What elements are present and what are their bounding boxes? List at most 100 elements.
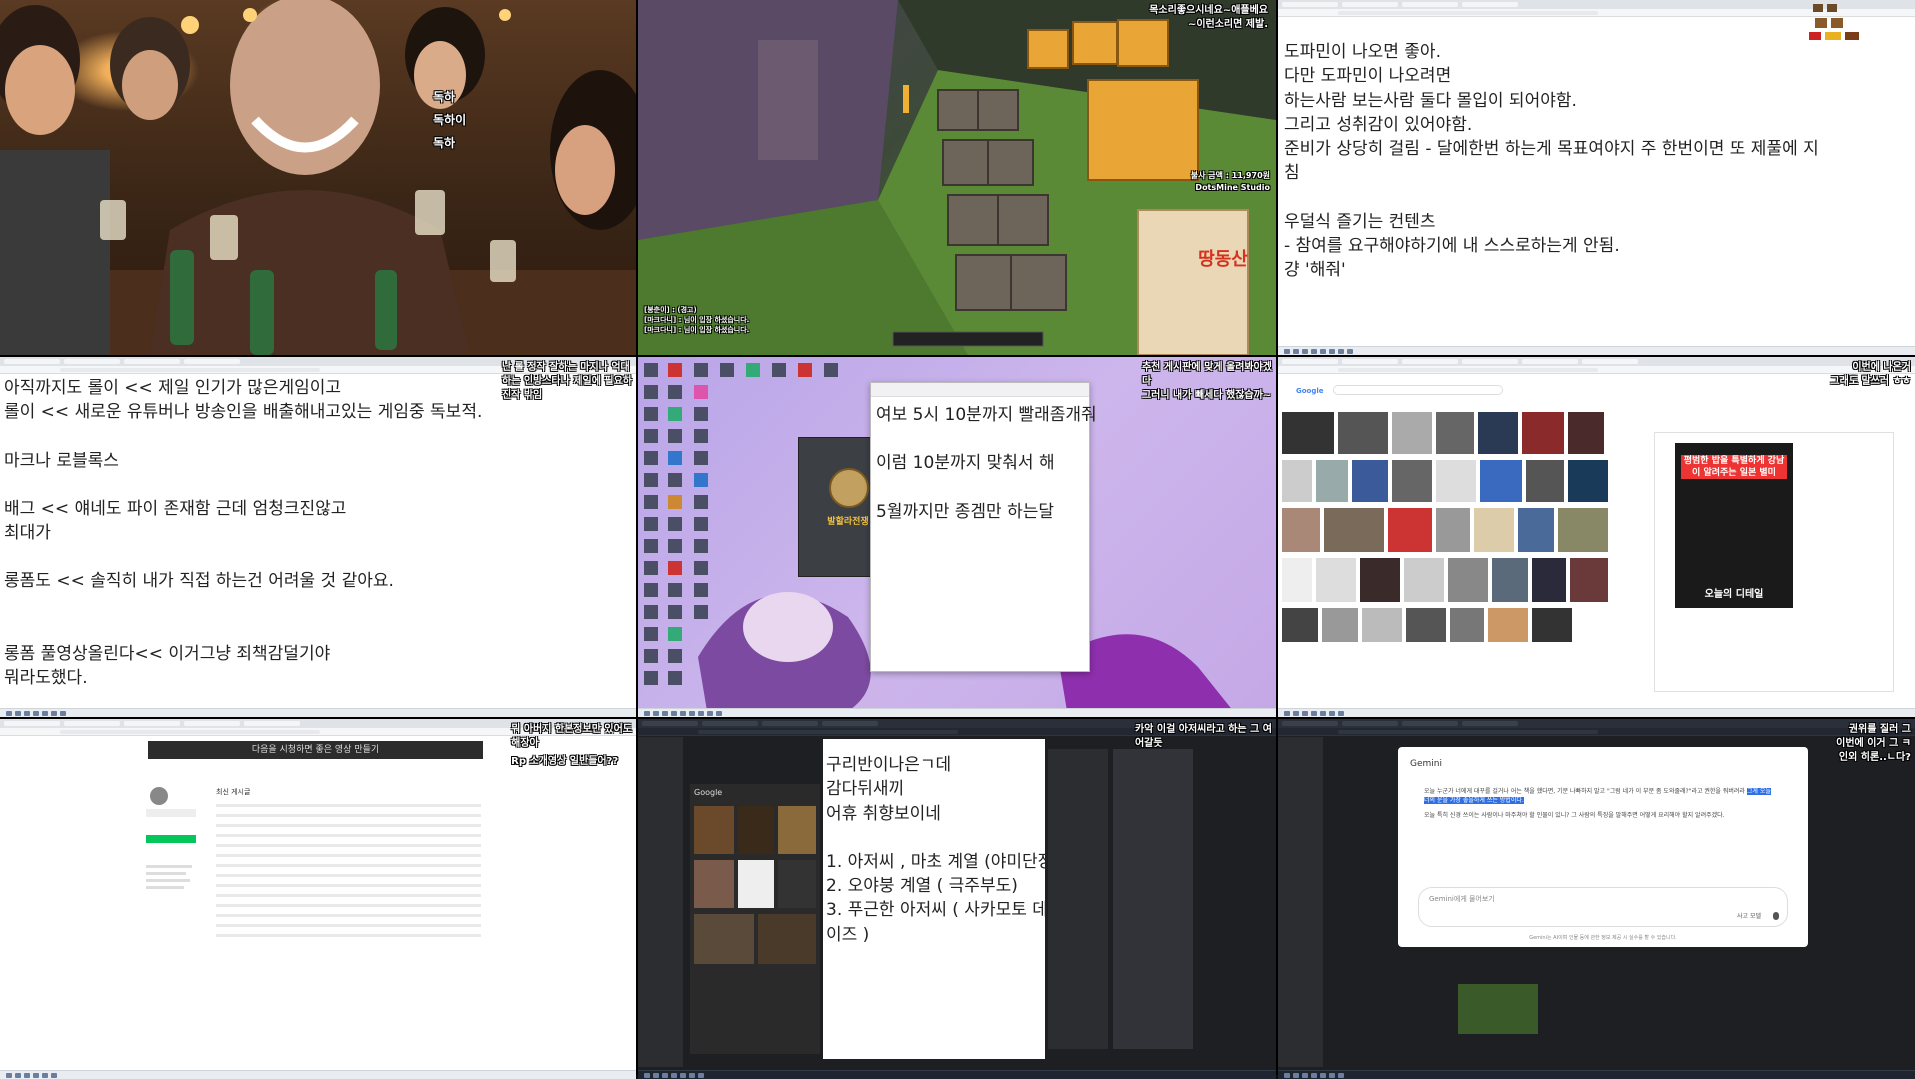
chat-message: 인외 히론..ㄴ다? <box>1838 752 1911 763</box>
response-text: 오늘 누군가 너에게 대꾸를 걸거나 어는 책을 했다면, 기분 나빠하지 말고… <box>1424 788 1745 795</box>
preview-image[interactable]: 평범한 밥을 특별하게 강남이 알려주는 일본 별미 오늘의 디테일 <box>1675 443 1793 608</box>
note-line: 이즈 ) <box>826 924 870 945</box>
chat-message: 이번에 이거 그 ㅋ <box>1836 738 1911 749</box>
chat-message: 그래도 말쓰러 ㅎㅎ <box>1830 376 1911 387</box>
tile-desktop-notepad: 발할라전쟁 추천 게시판에 맞게 올려봐야겠 다 그러니 내가 빼세다 했잖습까… <box>638 357 1276 717</box>
chat-overlay: 카악 이걸 아저씨라고 하는 그 여 어갈듯 <box>1135 723 1272 751</box>
sign-text: 땅동산 <box>1198 249 1248 270</box>
note-line: 롱폼 풀영상올린다<< 이거그냥 죄책감덜기야 <box>4 643 331 664</box>
note-line: 우덜식 즐기는 컨텐츠 <box>1284 211 1436 232</box>
chat-overlay: 추천 게시판에 맞게 올려봐야겠 다 그러니 내가 빼세다 했잖습까~ <box>1142 361 1272 403</box>
image-preview-panel[interactable]: 평범한 밥을 특별하게 강남이 알려주는 일본 별미 오늘의 디테일 <box>1654 432 1894 692</box>
address-bar[interactable] <box>1278 366 1915 374</box>
chat-message: 권위를 질러 그 <box>1848 724 1911 735</box>
disclaimer: Gemini는 AI이며 인물 등에 관한 정보 제공 시 실수를 할 수 있습… <box>1529 935 1677 941</box>
address-bar[interactable] <box>1278 728 1915 736</box>
chat-message: 그러니 내가 빼세다 했잖습까~ <box>1141 390 1272 401</box>
notepad-titlebar[interactable] <box>871 383 1089 397</box>
note-line: 감다뒤새끼 <box>826 779 905 800</box>
note-line <box>4 618 482 642</box>
taskbar[interactable] <box>638 708 1276 717</box>
note-line: 구리반이나은ㄱ데 <box>826 755 952 775</box>
note-line: 다만 도파민이 나오려면 <box>1284 66 1452 87</box>
image-results-grid[interactable] <box>1282 412 1622 702</box>
donation-stat: 불사 금액 : 11,970원 <box>1190 171 1270 180</box>
note-body[interactable]: 여보 5시 10분까지 빨래좀개줘 이럼 10분까지 맞춰서 해 5월까지만 종… <box>876 403 1097 524</box>
note-line: 3. 푸근한 아저씨 ( 사카모토 데 <box>826 900 1048 921</box>
game-chat-line: [봉춘이] : (경고) <box>644 306 697 314</box>
tile-minecraft: 목소리좋으시네요~애플베요 ~이런소리면 제발. 불사 금액 : 11,970원… <box>638 0 1276 355</box>
cafe-sidebar[interactable] <box>146 767 206 1027</box>
gemini-prompt-box[interactable]: Gemini에게 물어보기 사고 모델 <box>1418 887 1788 927</box>
note-line <box>4 545 482 569</box>
chat-message: 어갈듯 <box>1134 738 1163 749</box>
minecraft-scene <box>638 0 1276 355</box>
taskbar[interactable] <box>1278 346 1915 355</box>
note-line <box>826 826 1053 850</box>
game-chat-line: [마크다니] : 님이 입장 하셨습니다. <box>644 316 750 324</box>
google-logo: Google <box>694 788 723 797</box>
prompt-input[interactable]: Gemini에게 물어보기 <box>1429 894 1495 904</box>
banner-text: 다음을 시청하면 좋은 영상 만들기 <box>251 745 380 755</box>
write-button[interactable] <box>146 835 196 843</box>
tile-gemini-chat: Gemini 오늘 누군가 너에게 대꾸를 걸거나 어는 책을 했다면, 기분 … <box>1278 719 1915 1079</box>
chat-message: 뭐 아버지 한본정보만 있어도 <box>511 724 632 735</box>
note-line: 5월까지만 종겜만 하는달 <box>876 501 1055 522</box>
tile-cafe-board: 다음을 시청하면 좋은 영상 만들기 최신 게시글 뭐 아버지 한본정보만 있어… <box>0 719 636 1079</box>
note-body[interactable]: 구리반이나은ㄱ데 감다뒤새끼 어휴 취향보이네 1. 아저씨 , 마초 계열 (… <box>826 753 1053 947</box>
chat-overlay: 난 롤 정작 잘하는 마지나 억대 하는 인방스타나 제일에 필요하 진작 밖임 <box>502 361 632 403</box>
note-line: 롱폼도 << 솔직히 내가 직접 하는건 어려울 것 같아요. <box>4 571 394 592</box>
cafe-banner[interactable]: 다음을 시청하면 좋은 영상 만들기 <box>148 741 483 759</box>
note-line: 2. 오야붕 계열 ( 극주부도) <box>826 876 1018 897</box>
ad-footer: 오늘의 디테일 <box>1704 589 1764 600</box>
gemini-window[interactable]: Gemini 오늘 누군가 너에게 대꾸를 걸거나 어는 책을 했다면, 기분 … <box>1398 747 1808 947</box>
chat-message: 진작 밖임 <box>501 390 543 401</box>
chat-message: 해장아 <box>511 738 539 749</box>
browser-tabbar[interactable] <box>1278 357 1915 366</box>
tile-discord-google-notepad: Google 구리반이나은ㄱ데 감다뒤새끼 어휴 취향보이네 1. 아저씨 , … <box>638 719 1276 1079</box>
taskbar[interactable] <box>1278 708 1915 717</box>
tile-photo-drinking: 독하 독하이 독하 <box>0 0 636 355</box>
post-list[interactable]: 최신 게시글 <box>216 787 481 944</box>
chat-message: Rp 소개영상 일반들어?? <box>511 756 619 767</box>
google-image-panel[interactable]: Google <box>690 784 820 1054</box>
sidebar-button[interactable] <box>146 809 196 817</box>
mic-icon[interactable] <box>1773 912 1779 920</box>
stream-stats: 불사 금액 : 11,970원 DotsMine Studio <box>1191 170 1270 194</box>
chat-overlay: 독하 독하이 독하 <box>433 86 466 155</box>
stream-thumbnail[interactable] <box>1458 984 1538 1034</box>
chat-message: 독하 <box>433 90 456 104</box>
note-line: 뭐라도했다. <box>4 668 88 689</box>
note-line: 최대가 <box>4 523 51 544</box>
discord-chat[interactable] <box>1113 749 1193 1049</box>
note-line <box>4 594 482 618</box>
board-title: 최신 게시글 <box>216 788 251 796</box>
notepad-window[interactable]: 여보 5시 10분까지 빨래좀개줘 이럼 10분까지 맞춰서 해 5월까지만 종… <box>870 382 1097 672</box>
note-body[interactable]: 도파민이 나오면 좋아. 다만 도파민이 나오려면 하는사람 보는사람 둘다 몰… <box>1284 40 1819 283</box>
taskbar[interactable] <box>0 708 636 717</box>
ad-title: 평범한 밥을 특별하게 강남이 알려주는 일본 별미 <box>1681 455 1787 479</box>
browser-tabbar[interactable] <box>1278 719 1915 728</box>
google-logo[interactable]: Google <box>1296 387 1324 395</box>
chat-overlay: 목소리좋으시네요~애플베요 ~이런소리면 제발. <box>1149 4 1268 32</box>
chat-message: 이번에 나온거 <box>1852 362 1911 373</box>
note-line: 도파민이 나오면 좋아. <box>1284 42 1441 62</box>
discord-channel-list[interactable] <box>638 737 683 1067</box>
note-line: 그리고 성취감이 있어야함. <box>1284 114 1473 135</box>
chat-message: 추천 게시판에 맞게 올려봐야겠 <box>1141 362 1272 373</box>
note-line <box>4 473 482 497</box>
chat-message: 목소리좋으시네요~애플베요 <box>1149 5 1268 16</box>
game-chat-line: [마크다니] : 님이 입장 하셨습니다. <box>644 326 750 334</box>
response-text-2: 오늘 특히 신경 쓰이는 사람이나 마주쳐야 할 인물이 있니? 그 사람의 특… <box>1424 812 1725 819</box>
discord-channel-list[interactable] <box>1278 737 1323 1067</box>
note-line: 준비가 상당히 걸림 - 달에한번 하는게 목표여야지 주 한번이면 또 제풀에… <box>1284 139 1819 160</box>
gemini-response[interactable]: 오늘 누군가 너에게 대꾸를 걸거나 어는 책을 했다면, 기분 나빠하지 말고… <box>1424 787 1774 820</box>
chat-message: 난 롤 정작 잘하는 마지나 억대 <box>501 362 630 373</box>
note-line: 배그 << 얘네도 파이 존재함 근데 엄청크진않고 <box>4 498 347 519</box>
discord-member-list[interactable] <box>1048 749 1108 1049</box>
notepad-window[interactable]: 구리반이나은ㄱ데 감다뒤새끼 어휴 취향보이네 1. 아저씨 , 마초 계열 (… <box>823 739 1053 1059</box>
search-input[interactable] <box>1333 385 1503 395</box>
model-selector[interactable]: 사고 모델 <box>1737 911 1761 920</box>
avatar[interactable] <box>150 787 168 805</box>
note-body[interactable]: 아직까지도 롤이 << 제일 인기가 많은게임이고 롤이 << 새로운 유튜버나… <box>4 376 482 690</box>
